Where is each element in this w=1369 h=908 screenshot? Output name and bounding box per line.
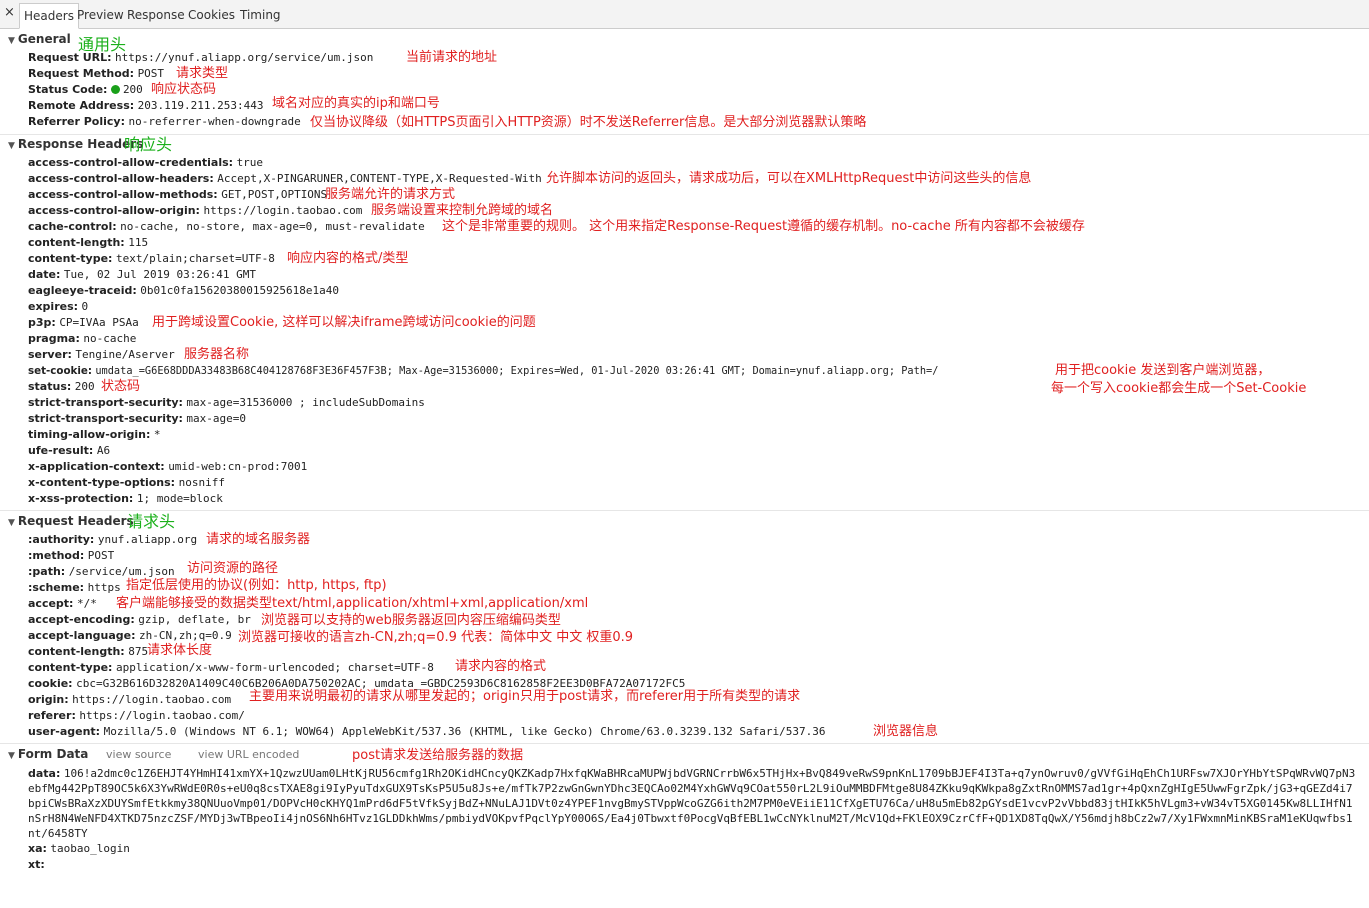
annotation: 指定低层使用的协议(例如：http, https, ftp) bbox=[126, 578, 387, 593]
response-header-row: ufe-result: A6 bbox=[28, 444, 111, 457]
annotation: 服务器名称 bbox=[184, 347, 250, 362]
tab-preview[interactable]: Preview bbox=[73, 3, 128, 27]
annotation: 浏览器可以支持的web服务器返回内容压缩编码类型 bbox=[261, 613, 561, 628]
response-header-row: strict-transport-security: max-age=31536… bbox=[28, 396, 425, 409]
general-row: Referrer Policy: no-referrer-when-downgr… bbox=[28, 115, 301, 128]
request-header-row: :scheme: https bbox=[28, 581, 121, 594]
response-header-row: access-control-allow-credentials: true bbox=[28, 156, 264, 169]
section-divider bbox=[0, 510, 1369, 511]
form-data-row: xt: bbox=[28, 858, 45, 871]
collapse-triangle-icon[interactable]: ▼ bbox=[8, 518, 15, 528]
view-source-link[interactable]: view source bbox=[106, 748, 171, 761]
close-icon[interactable]: × bbox=[4, 6, 16, 20]
response-header-row: access-control-allow-methods: GET,POST,O… bbox=[28, 188, 328, 201]
annotation: 用于跨域设置Cookie, 这样可以解决iframe跨域访问cookie的问题 bbox=[152, 315, 536, 330]
section-request-headers-header[interactable]: ▼ Request Headers bbox=[8, 514, 134, 528]
annotation: 请求的域名服务器 bbox=[206, 532, 311, 547]
response-header-row: eagleeye-traceid: 0b01c0fa15620380015925… bbox=[28, 284, 339, 297]
annotation: 域名对应的真实的ip和端口号 bbox=[272, 96, 440, 111]
response-header-row: pragma: no-cache bbox=[28, 332, 137, 345]
request-header-row: :method: POST bbox=[28, 549, 115, 562]
annotation: 浏览器信息 bbox=[873, 724, 939, 739]
annotation: 每一个写入cookie都会生成一个Set-Cookie bbox=[1051, 381, 1307, 396]
form-data-row: xa: taobao_login bbox=[28, 842, 130, 855]
tab-cookies[interactable]: Cookies bbox=[184, 3, 239, 27]
request-header-row: user-agent: Mozilla/5.0 (Windows NT 6.1;… bbox=[28, 725, 826, 738]
view-url-encoded-link[interactable]: view URL encoded bbox=[198, 748, 299, 761]
response-header-row: p3p: CP=IVAa PSAa bbox=[28, 316, 139, 329]
annotation: 响应状态码 bbox=[151, 82, 217, 97]
annotation: 响应内容的格式/类型 bbox=[287, 251, 409, 266]
request-header-row: content-type: application/x-www-form-url… bbox=[28, 661, 434, 674]
request-header-row: origin: https://login.taobao.com bbox=[28, 693, 232, 706]
response-header-row: set-cookie: umdata_=G6E68DDDA33483B68C40… bbox=[28, 365, 939, 377]
collapse-triangle-icon[interactable]: ▼ bbox=[8, 141, 15, 151]
section-divider bbox=[0, 743, 1369, 744]
annotation-request-headers: 请求头 bbox=[127, 512, 176, 531]
general-row: Request Method: POST bbox=[28, 67, 165, 80]
response-header-row: date: Tue, 02 Jul 2019 03:26:41 GMT bbox=[28, 268, 256, 281]
general-row: Request URL: https://ynuf.aliapp.org/ser… bbox=[28, 51, 374, 64]
response-header-row: x-application-context: umid-web:cn-prod:… bbox=[28, 460, 308, 473]
section-divider bbox=[0, 134, 1369, 135]
form-data-row: data: 106!a2dmc0c1Z6EHJT4YHmHI41xmYX+1Qz… bbox=[28, 767, 1356, 840]
tab-response[interactable]: Response bbox=[123, 3, 189, 27]
response-header-row: content-length: 115 bbox=[28, 236, 149, 249]
collapse-triangle-icon[interactable]: ▼ bbox=[8, 36, 15, 46]
response-header-row: strict-transport-security: max-age=0 bbox=[28, 412, 247, 425]
annotation: 服务端允许的请求方式 bbox=[325, 187, 456, 202]
annotation: 客户端能够接受的数据类型text/html,application/xhtml+… bbox=[116, 596, 589, 611]
response-header-row: content-type: text/plain;charset=UTF-8 bbox=[28, 252, 275, 265]
annotation: 用于把cookie 发送到客户端浏览器， bbox=[1055, 363, 1271, 378]
tab-timing[interactable]: Timing bbox=[236, 3, 285, 27]
annotation: 当前请求的地址 bbox=[406, 50, 498, 65]
section-general-header[interactable]: ▼ General bbox=[8, 32, 71, 46]
status-ok-icon bbox=[110, 85, 120, 94]
request-header-row: referer: https://login.taobao.com/ bbox=[28, 709, 245, 722]
annotation: 允许脚本访问的返回头，请求成功后，可以在XMLHttpRequest中访问这些头… bbox=[546, 171, 1032, 186]
response-header-row: access-control-allow-origin: https://log… bbox=[28, 204, 363, 217]
annotation: 浏览器可接收的语言zh-CN,zh;q=0.9 代表：简体中文 中文 权重0.9 bbox=[238, 630, 634, 645]
annotation: 请求体长度 bbox=[147, 643, 213, 658]
request-header-row: accept-language: zh-CN,zh;q=0.9 bbox=[28, 629, 232, 642]
request-header-row: accept-encoding: gzip, deflate, br bbox=[28, 613, 251, 626]
general-row: Status Code: 200 bbox=[28, 83, 143, 96]
response-header-row: x-content-type-options: nosniff bbox=[28, 476, 225, 489]
response-header-row: status: 200 bbox=[28, 380, 95, 393]
annotation: 请求内容的格式 bbox=[455, 659, 547, 674]
annotation: 这个是非常重要的规则。 这个用来指定Response-Request遵循的缓存机… bbox=[442, 219, 1085, 234]
response-header-row: access-control-allow-headers: Accept,X-P… bbox=[28, 172, 542, 185]
annotation: 主要用来说明最初的请求从哪里发起的；origin只用于post请求，而refer… bbox=[249, 689, 801, 704]
request-header-row: :authority: ynuf.aliapp.org bbox=[28, 533, 198, 546]
annotation: 访问资源的路径 bbox=[187, 561, 279, 576]
annotation-response-headers: 响应头 bbox=[124, 135, 173, 154]
annotation: 状态码 bbox=[101, 379, 141, 394]
response-header-row: expires: 0 bbox=[28, 300, 89, 313]
response-header-row: timing-allow-origin: * bbox=[28, 428, 161, 441]
collapse-triangle-icon[interactable]: ▼ bbox=[8, 751, 15, 761]
annotation: 仅当协议降级（如HTTPS页面引入HTTP资源）时不发送Referrer信息。是… bbox=[310, 115, 867, 130]
tab-headers[interactable]: Headers bbox=[19, 3, 79, 29]
devtools-tab-bar: × Headers Preview Response Cookies Timin… bbox=[0, 0, 1369, 29]
section-form-data-header[interactable]: ▼ Form Data bbox=[8, 747, 88, 761]
response-header-row: server: Tengine/Aserver bbox=[28, 348, 175, 361]
response-header-row: cache-control: no-cache, no-store, max-a… bbox=[28, 220, 425, 233]
general-row: Remote Address: 203.119.211.253:443 bbox=[28, 99, 264, 112]
request-header-row: accept: */* bbox=[28, 597, 97, 610]
request-header-row: content-length: 875 bbox=[28, 645, 149, 658]
response-header-row: x-xss-protection: 1; mode=block bbox=[28, 492, 223, 505]
annotation-form-data: post请求发送给服务器的数据 bbox=[352, 748, 524, 763]
annotation: 服务端设置来控制允跨域的域名 bbox=[371, 203, 554, 218]
annotation: 请求类型 bbox=[176, 66, 229, 81]
